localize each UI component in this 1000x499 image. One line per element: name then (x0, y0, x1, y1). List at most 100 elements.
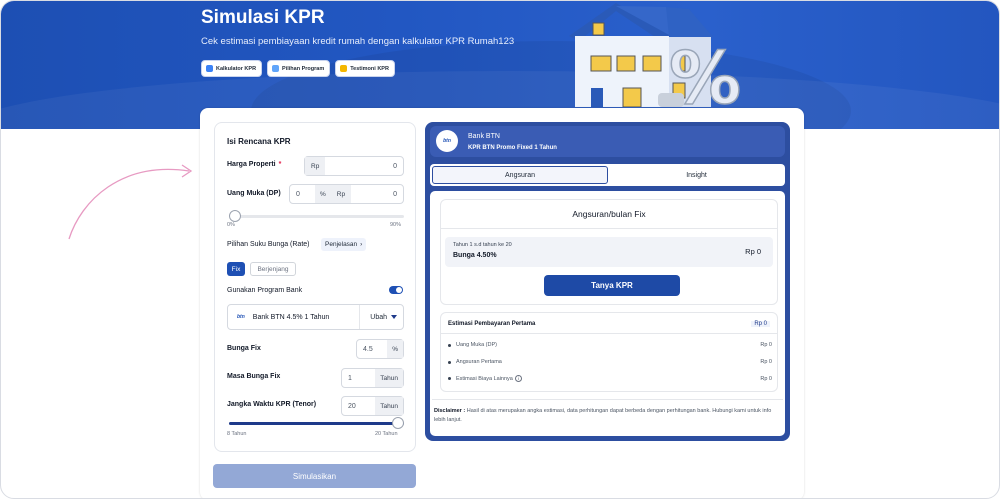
tahun-suffix: Tahun (375, 369, 403, 387)
ubah-button[interactable]: Ubah (359, 305, 403, 329)
tab-insight[interactable]: Insight (610, 166, 783, 184)
result-body: Angsuran/bulan Fix Tahun 1 s.d tahun ke … (430, 191, 785, 436)
dp-label: Uang Muka (DP) (227, 190, 281, 197)
rate-fix-button[interactable]: Fix (227, 262, 245, 276)
masa-value: 1 (348, 374, 352, 382)
bank-program-select[interactable]: btn Bank BTN 4.5% 1 Tahun Ubah (227, 304, 404, 330)
estimasi-row-value: Rp 0 (760, 359, 772, 365)
page-title: Simulasi KPR (201, 7, 325, 28)
chip-kalkulator-kpr[interactable]: Kalkulator KPR (201, 60, 263, 77)
estimasi-row: Estimasi Biaya Lainnya i Rp 0 (448, 375, 772, 382)
ubah-label: Ubah (370, 313, 387, 321)
house-illustration: % (569, 3, 742, 107)
disclaimer: Disclaimer : Hasil di atas merupakan ang… (434, 407, 779, 425)
chip-label: Kalkulator KPR (216, 65, 257, 72)
percent-suffix: % (387, 340, 403, 358)
harga-value: 0 (393, 162, 397, 170)
btn-logo-icon: btn (237, 314, 245, 320)
dp-slider-handle[interactable] (229, 210, 241, 222)
divider (441, 333, 777, 334)
bullet-icon (448, 360, 451, 364)
required-mark: * (278, 161, 282, 168)
result-program-name: KPR BTN Promo Fixed 1 Tahun (468, 145, 557, 151)
estimasi-row-value: Rp 0 (760, 342, 772, 348)
harga-input[interactable]: Rp 0 (304, 156, 404, 176)
harga-label: Harga Properti * (227, 161, 281, 168)
angsuran-title: Angsuran/bulan Fix (572, 209, 646, 219)
hero-chips: Kalkulator KPR Pilihan Program Testimoni… (201, 60, 395, 77)
harga-label-text: Harga Properti (227, 161, 276, 168)
chip-testimoni-kpr[interactable]: Testimoni KPR (335, 60, 395, 77)
calculator-icon (206, 65, 213, 72)
estimasi-row-label: Uang Muka (DP) (456, 342, 497, 348)
program-icon (272, 65, 280, 72)
result-header: btn Bank BTN KPR BTN Promo Fixed 1 Tahun (430, 126, 785, 157)
disclaimer-label: Disclaimer : (434, 408, 466, 414)
chevron-right-icon: › (360, 241, 363, 248)
percent-suffix: % (315, 185, 331, 203)
testimoni-icon (340, 65, 348, 72)
dp-value: 0 (393, 190, 397, 198)
tenor-max-label: 20 Tahun (375, 431, 398, 437)
caret-down-icon (391, 315, 397, 319)
tab-angsuran[interactable]: Angsuran (432, 166, 608, 184)
penjelasan-link[interactable]: Penjelasan › (321, 238, 367, 251)
program-toggle[interactable] (389, 286, 403, 294)
estimasi-title: Estimasi Pembayaran Pertama (448, 321, 536, 327)
angsuran-amount: Rp 0 (745, 247, 761, 256)
tenor-slider-fill (229, 422, 404, 425)
estimasi-row: Angsuran Pertama Rp 0 (448, 359, 772, 365)
estimasi-total: Rp 0 (751, 321, 770, 327)
angsuran-bunga: Bunga 4.50% (453, 252, 497, 259)
estimasi-row: Uang Muka (DP) Rp 0 (448, 342, 772, 348)
estimasi-box: Estimasi Pembayaran Pertama Rp 0 Uang Mu… (440, 312, 778, 392)
page-subtitle: Cek estimasi pembiayaan kredit rumah den… (201, 36, 515, 47)
rate-berjenjang-button[interactable]: Berjenjang (250, 262, 296, 276)
form-title: Isi Rencana KPR (227, 137, 291, 146)
tenor-value: 20 (348, 402, 356, 410)
penjelasan-label: Penjelasan (325, 241, 358, 248)
bank-program-name: Bank BTN 4.5% 1 Tahun (252, 313, 330, 321)
estimasi-row-label: Angsuran Pertama (456, 359, 502, 365)
dp-slider-track[interactable] (229, 215, 404, 218)
bunga-fix-value: 4.5 (363, 345, 373, 353)
masa-label: Masa Bunga Fix (227, 373, 281, 380)
result-bank-name: Bank BTN (468, 133, 500, 140)
angsuran-row: Tahun 1 s.d tahun ke 20 Bunga 4.50% Rp 0 (445, 237, 773, 267)
btn-logo-icon: btn (436, 130, 458, 152)
dp-input[interactable]: 0 % Rp 0 (289, 184, 404, 204)
tenor-input[interactable]: 20 Tahun (341, 396, 404, 416)
dp-max-label: 90% (390, 222, 402, 228)
dp-percent-value: 0 (296, 190, 300, 198)
result-tabs: Angsuran Insight (430, 164, 785, 186)
tenor-slider-handle[interactable] (392, 417, 404, 429)
tahun-suffix: Tahun (375, 397, 403, 415)
estimasi-row-label-text: Estimasi Biaya Lainnya (456, 376, 513, 382)
currency-prefix: Rp (305, 157, 326, 175)
program-label: Gunakan Program Bank (227, 287, 303, 294)
bullet-icon (448, 377, 451, 380)
tenor-label: Jangka Waktu KPR (Tenor) (227, 401, 317, 408)
angsuran-box: Angsuran/bulan Fix Tahun 1 s.d tahun ke … (440, 199, 778, 305)
chip-label: Testimoni KPR (350, 65, 389, 72)
kpr-form: Isi Rencana KPR Harga Properti * Rp 0 Uan… (214, 122, 416, 452)
suku-label: Pilihan Suku Bunga (Rate) (227, 241, 310, 248)
disclaimer-text: Hasil di atas merupakan angka estimasi, … (434, 408, 772, 423)
dp-min-label: 0% (227, 222, 235, 228)
decorative-arrow-icon (68, 164, 193, 240)
result-panel: btn Bank BTN KPR BTN Promo Fixed 1 Tahun… (425, 122, 790, 441)
bunga-fix-input[interactable]: 4.5 % (356, 339, 404, 359)
page-frame: Simulasi KPR Cek estimasi pembiayaan kre… (0, 0, 1000, 499)
tanya-kpr-button[interactable]: Tanya KPR (544, 275, 680, 296)
tenor-min-label: 8 Tahun (227, 431, 247, 437)
simulasikan-button[interactable]: Simulasikan (213, 464, 416, 488)
angsuran-period: Tahun 1 s.d tahun ke 20 (453, 242, 512, 248)
currency-prefix: Rp (330, 185, 352, 203)
divider (441, 228, 777, 229)
chip-label: Pilihan Program (282, 65, 325, 72)
chip-pilihan-program[interactable]: Pilihan Program (267, 60, 331, 77)
info-icon[interactable]: i (514, 375, 522, 382)
masa-input[interactable]: 1 Tahun (341, 368, 404, 388)
bullet-icon (448, 343, 451, 347)
divider (432, 399, 783, 400)
